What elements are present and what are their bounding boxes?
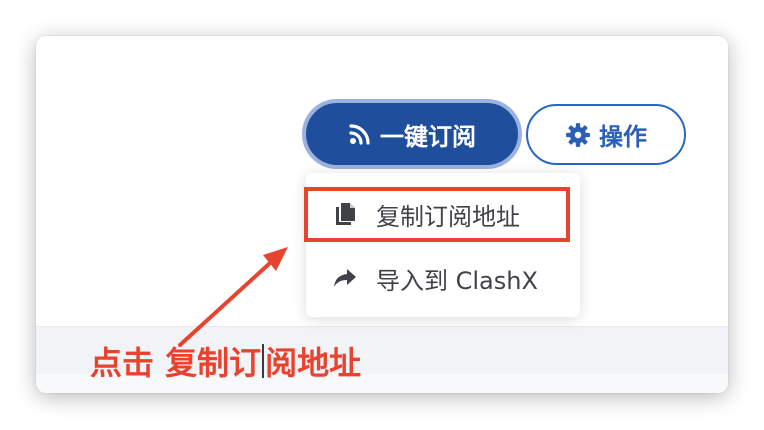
annotation-part2: 阅地址 (265, 344, 362, 382)
annotation-text: 点击 复制订 阅地址 (90, 339, 361, 383)
text-cursor (262, 344, 265, 378)
annotation-part1: 复制订 (165, 344, 262, 382)
annotation-prefix: 点击 (90, 344, 166, 382)
